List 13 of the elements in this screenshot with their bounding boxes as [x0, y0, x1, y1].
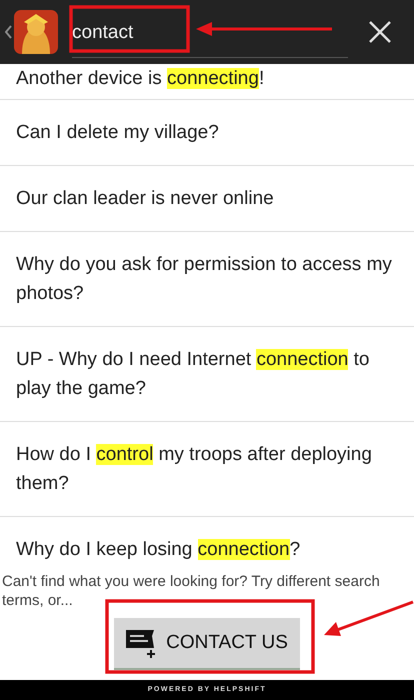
hint-text: Can't find what you were looking for? Try different search terms, or...: [1, 572, 381, 610]
search-result[interactable]: Can I delete my village?: [0, 100, 414, 166]
search-result[interactable]: UP - Why do I need Internet connection to play the game?: [0, 327, 414, 422]
close-icon[interactable]: [368, 20, 392, 44]
search-result[interactable]: Another device is connecting!: [0, 64, 414, 100]
search-result[interactable]: Our clan leader is never online: [0, 166, 414, 232]
contact-button[interactable]: CONTACT US: [114, 618, 300, 670]
search-result[interactable]: Why do I keep losing connection?: [0, 517, 414, 566]
search-result[interactable]: Why do you ask for permission to access my photos?: [0, 232, 414, 327]
app-icon[interactable]: [14, 10, 58, 54]
search-result[interactable]: How do I control my troops after deploying them?: [0, 422, 414, 517]
back-icon[interactable]: [5, 25, 12, 39]
search-input[interactable]: contact: [72, 22, 348, 52]
